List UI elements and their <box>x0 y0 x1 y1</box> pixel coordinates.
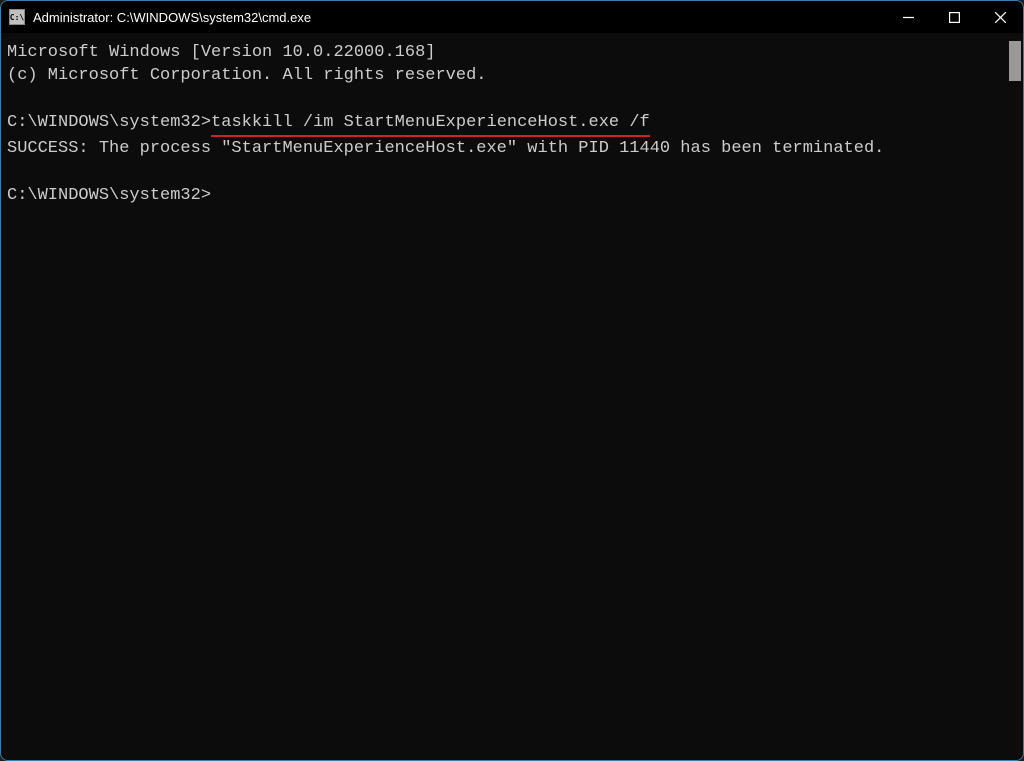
maximize-button[interactable] <box>931 1 977 33</box>
command-line-1: C:\WINDOWS\system32>taskkill /im StartMe… <box>7 111 1017 137</box>
scrollbar-thumb[interactable] <box>1009 41 1021 81</box>
close-icon <box>995 12 1006 23</box>
window-controls <box>885 1 1023 33</box>
maximize-icon <box>949 12 960 23</box>
terminal-body[interactable]: Microsoft Windows [Version 10.0.22000.16… <box>1 33 1023 760</box>
prompt-1: C:\WINDOWS\system32> <box>7 113 211 132</box>
cmd-icon: C:\ <box>9 9 25 25</box>
prompt-2: C:\WINDOWS\system32> <box>7 186 211 205</box>
cmd-window: C:\ Administrator: C:\WINDOWS\system32\c… <box>0 0 1024 761</box>
blank-line <box>7 160 1017 183</box>
version-line: Microsoft Windows [Version 10.0.22000.16… <box>7 41 1017 64</box>
titlebar[interactable]: C:\ Administrator: C:\WINDOWS\system32\c… <box>1 1 1023 33</box>
output-line-1: SUCCESS: The process "StartMenuExperienc… <box>7 137 1017 160</box>
terminal-wrap: Microsoft Windows [Version 10.0.22000.16… <box>1 33 1023 760</box>
command-1: taskkill /im StartMenuExperienceHost.exe… <box>211 111 650 137</box>
blank-line <box>7 88 1017 111</box>
prompt-line-2: C:\WINDOWS\system32> <box>7 184 1017 207</box>
window-title: Administrator: C:\WINDOWS\system32\cmd.e… <box>33 10 885 25</box>
minimize-icon <box>903 12 914 23</box>
minimize-button[interactable] <box>885 1 931 33</box>
copyright-line: (c) Microsoft Corporation. All rights re… <box>7 64 1017 87</box>
cmd-icon-text: C:\ <box>10 13 24 22</box>
close-button[interactable] <box>977 1 1023 33</box>
